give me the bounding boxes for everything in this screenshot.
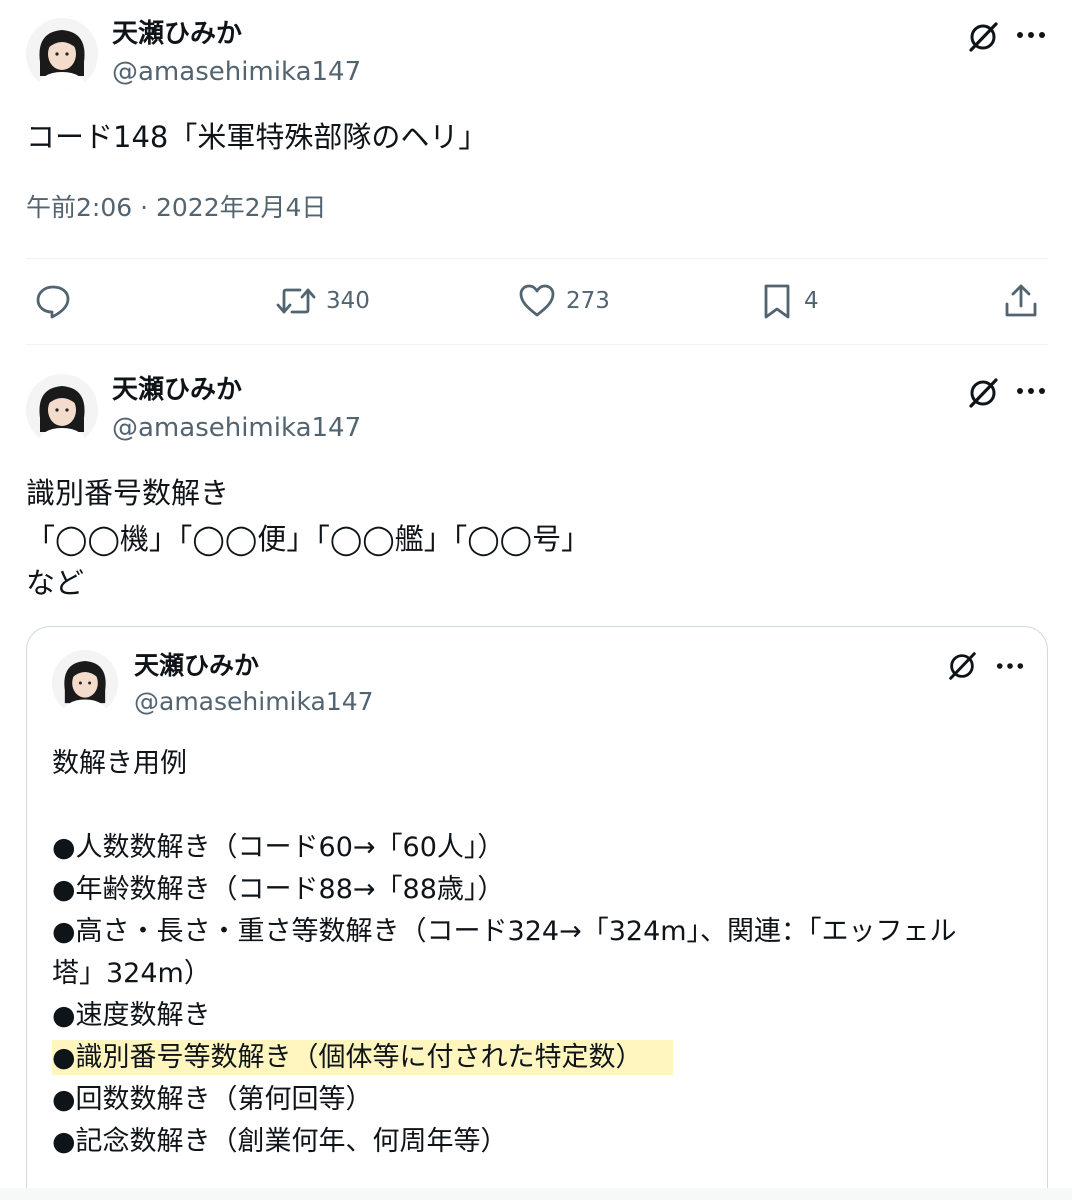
like-button[interactable]: 273 <box>518 282 610 320</box>
like-count: 273 <box>566 288 610 314</box>
tweet-text: コード148「米軍特殊部隊のヘリ」 <box>26 120 488 154</box>
reply-icon <box>34 282 72 320</box>
share-icon <box>1002 282 1040 320</box>
bookmark-icon <box>760 282 794 320</box>
author-name[interactable]: 天瀬ひみか <box>112 18 242 50</box>
divider <box>26 258 1048 259</box>
tweet-text-line: など <box>26 566 85 600</box>
bookmark-button[interactable]: 4 <box>760 282 819 320</box>
author-handle[interactable]: @amasehimika147 <box>112 412 361 444</box>
tweet-timestamp[interactable]: 午前2:06 · 2022年2月4日 <box>26 192 326 224</box>
bottom-bar <box>0 1188 1072 1200</box>
tweet-text-line: 識別番号数解き <box>26 476 230 510</box>
author-name[interactable]: 天瀬ひみか <box>112 374 242 406</box>
quoted-title: 数解き用例 <box>52 748 187 779</box>
quoted-list-item: ●速度数解き <box>52 1000 211 1031</box>
quoted-list-item: ●回数数解き（第何回等） <box>52 1084 373 1115</box>
more-icon[interactable] <box>996 661 1024 671</box>
quoted-list-item: ●高さ・長さ・重さ等数解き（コード324→「324m」、関連：「エッフェル <box>52 916 957 947</box>
quoted-list-item: ●記念数解き（創業何年、何周年等） <box>52 1126 508 1157</box>
tweet-text-line: 「◯◯機」「◯◯便」「◯◯艦」「◯◯号」 <box>26 522 591 556</box>
bookmark-count: 4 <box>804 288 819 314</box>
quoted-author-name[interactable]: 天瀬ひみか <box>134 650 259 682</box>
more-icon[interactable] <box>1016 386 1046 396</box>
more-icon[interactable] <box>1016 30 1046 40</box>
reply-button[interactable] <box>34 282 72 320</box>
heart-icon <box>518 282 556 320</box>
share-button[interactable] <box>1002 282 1040 320</box>
divider <box>26 344 1048 345</box>
grok-icon[interactable] <box>946 650 978 682</box>
highlight-mark: ●識別番号等数解き（個体等に付された特定数） <box>52 1040 673 1075</box>
retweet-button[interactable]: 340 <box>276 282 370 320</box>
grok-icon[interactable] <box>966 20 1000 54</box>
quoted-list-item: ●年齢数解き（コード88→「88歳」） <box>52 874 505 905</box>
grok-icon[interactable] <box>966 376 1000 410</box>
quoted-list-item: ●人数数解き（コード60→「60人」） <box>52 832 505 863</box>
retweet-count: 340 <box>326 288 370 314</box>
quoted-author-handle[interactable]: @amasehimika147 <box>134 686 374 718</box>
quoted-list-item: 塔」324m） <box>52 958 211 989</box>
avatar[interactable] <box>52 650 118 716</box>
avatar[interactable] <box>26 374 98 446</box>
avatar[interactable] <box>26 18 98 90</box>
retweet-icon <box>276 282 316 320</box>
quoted-list-item-highlighted: ●識別番号等数解き（個体等に付された特定数） <box>52 1040 673 1076</box>
author-handle[interactable]: @amasehimika147 <box>112 56 361 88</box>
